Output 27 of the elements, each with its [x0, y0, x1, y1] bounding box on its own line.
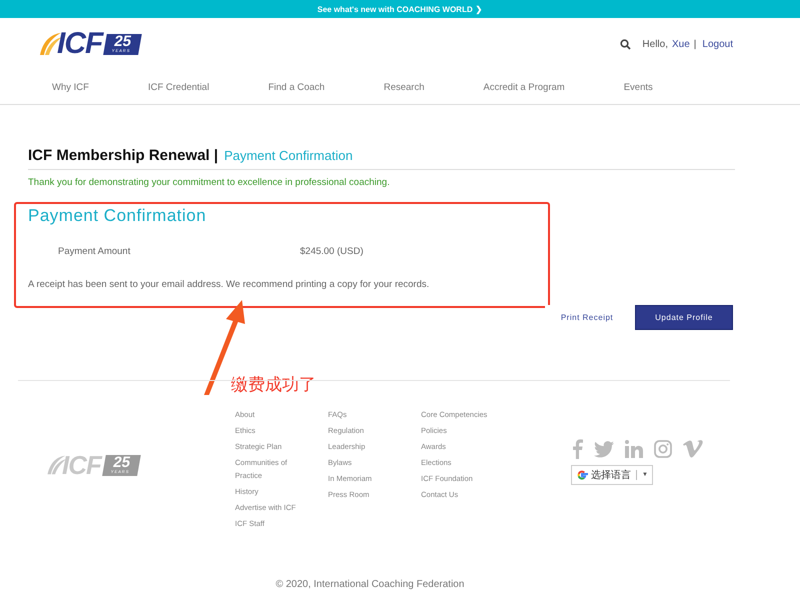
linkedin-icon[interactable] [625, 440, 643, 458]
receipt-note: A receipt has been sent to your email address. We recommend printing a copy for your records. [28, 279, 430, 290]
nav-link[interactable]: Research [384, 82, 424, 92]
thank-you-message: Thank you for demonstrating your commitment to excellence in professional coaching. [28, 177, 391, 188]
page-subtitle: Payment Confirmation [224, 148, 353, 163]
amount-label: Payment Amount [58, 246, 132, 257]
google-icon [576, 469, 588, 481]
page-title: ICF Membership Renewal | [28, 147, 218, 164]
copyright-text: © 2020, International Coaching Federation [274, 579, 466, 590]
nav-link[interactable]: Why ICF [52, 82, 89, 92]
section-heading: Payment Confirmation [28, 206, 208, 226]
update-profile-button[interactable]: Update Profile [635, 305, 733, 330]
search-icon[interactable] [620, 38, 632, 50]
nav-link[interactable]: Accredit a Program [483, 82, 565, 92]
nav-link[interactable]: ICF Credential [148, 82, 210, 92]
nav-link[interactable]: Events [624, 82, 653, 92]
twitter-icon[interactable] [594, 440, 614, 458]
greeting-text: Hello, [642, 38, 668, 50]
amount-value: $245.00 (USD) [300, 246, 364, 257]
instagram-icon[interactable] [654, 440, 672, 458]
vimeo-icon[interactable] [683, 440, 703, 458]
facebook-icon[interactable] [571, 439, 583, 459]
logout-link[interactable]: Logout [702, 38, 733, 50]
nav-link[interactable]: Find a Coach [268, 82, 325, 92]
user-link[interactable]: Xue [672, 38, 690, 50]
separator-text: | [694, 38, 696, 50]
announcement-banner[interactable]: See what's new with COACHING WORLD ❯ [0, 0, 800, 18]
